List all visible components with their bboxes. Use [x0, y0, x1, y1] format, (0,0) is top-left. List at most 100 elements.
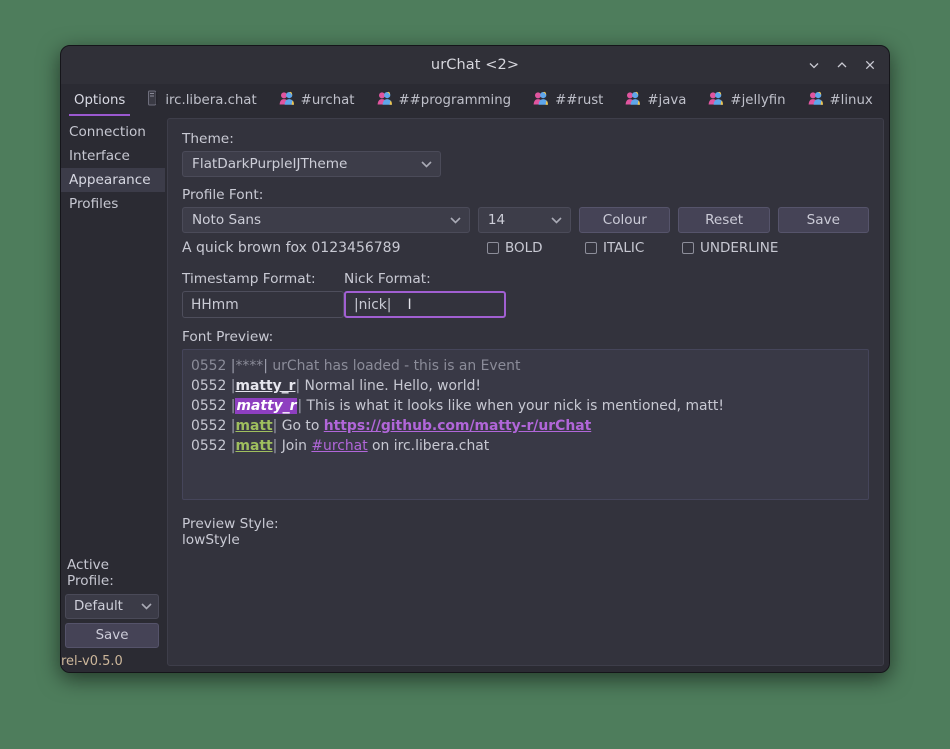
sidebar-item-connection[interactable]: Connection: [61, 120, 165, 144]
tab-label: irc.libera.chat: [165, 92, 257, 108]
minimize-button[interactable]: [801, 52, 827, 78]
urchat-window: urChat <2> Options irc.libera.chat #urch…: [60, 45, 890, 673]
bold-label: BOLD: [505, 240, 543, 256]
sidebar-item-profiles[interactable]: Profiles: [61, 192, 165, 216]
chevron-right-icon: [886, 93, 889, 107]
font-family-value: Noto Sans: [192, 212, 262, 228]
close-icon: [865, 60, 875, 70]
settings-sidebar: Connection Interface Appearance Profiles…: [61, 116, 165, 669]
tab-java[interactable]: #java: [614, 84, 697, 116]
timestamp-format-label: Timestamp Format:: [182, 271, 316, 287]
settings-category-list: Connection Interface Appearance Profiles: [61, 120, 165, 216]
tab-linux[interactable]: #linux: [797, 84, 884, 116]
tab-rust[interactable]: ##rust: [522, 84, 614, 116]
sidebar-item-label: Appearance: [69, 172, 151, 188]
theme-value: FlatDarkPurpleIJTheme: [192, 156, 348, 172]
theme-select[interactable]: FlatDarkPurpleIJTheme: [182, 151, 441, 177]
tab-label: #jellyfin: [730, 92, 786, 108]
tab-options[interactable]: Options: [63, 84, 136, 116]
preview-nick: matt: [235, 418, 273, 434]
underline-checkbox[interactable]: UNDERLINE: [682, 240, 778, 256]
text-cursor-icon: I: [407, 296, 412, 313]
nick-format-label: Nick Format:: [344, 271, 431, 287]
nick-format-input[interactable]: |nick| I: [344, 291, 506, 318]
tab-irc-libera-chat[interactable]: irc.libera.chat: [136, 84, 267, 116]
sidebar-item-appearance[interactable]: Appearance: [61, 168, 165, 192]
preview-line: 0552 |matt| Go to https://github.com/mat…: [191, 416, 860, 436]
active-profile-select[interactable]: Default: [65, 594, 159, 619]
chevron-down-icon: [809, 63, 819, 69]
preview-channel-link[interactable]: #urchat: [311, 438, 367, 454]
italic-checkbox[interactable]: ITALIC: [585, 240, 682, 256]
format-row: Timestamp Format: HHmm Nick Format: |nic…: [182, 271, 869, 318]
font-size-select[interactable]: 14: [477, 207, 572, 233]
sidebar-item-label: Connection: [69, 124, 146, 140]
tab-bar: Options irc.libera.chat #urchat ##progra…: [61, 84, 889, 116]
reset-button[interactable]: Reset: [678, 207, 770, 233]
active-profile-label: Active Profile:: [67, 557, 114, 589]
preview-message: Join: [277, 438, 312, 454]
tab-jellyfin[interactable]: #jellyfin: [697, 84, 796, 116]
preview-message: This is what it looks like when your nic…: [302, 398, 724, 414]
font-preview-box: 0552 |****| urChat has loaded - this is …: [182, 349, 869, 500]
sidebar-item-label: Interface: [69, 148, 130, 164]
save-profile-button[interactable]: Save: [65, 623, 159, 648]
appearance-panel: Theme: FlatDarkPurpleIJTheme Profile Fon…: [167, 118, 884, 666]
tab-scroll-forward-button[interactable]: [886, 93, 889, 107]
preview-line: 0552 |matty_r| Normal line. Hello, world…: [191, 376, 860, 396]
tab-label: #urchat: [300, 92, 355, 108]
preview-style-value: lowStyle: [182, 532, 240, 548]
version-label: rel-v0.5.0: [61, 654, 123, 669]
tab-label: Options: [74, 92, 126, 108]
tab-navigation: [884, 84, 889, 116]
tab-urchat[interactable]: #urchat: [268, 84, 366, 116]
server-icon: [147, 90, 159, 110]
users-icon: [708, 91, 724, 110]
reset-label: Reset: [705, 212, 744, 228]
italic-label: ITALIC: [603, 240, 645, 256]
font-size-value: 14: [487, 212, 506, 228]
window-body: Connection Interface Appearance Profiles…: [61, 116, 889, 672]
title-bar: urChat <2>: [61, 46, 889, 84]
preview-message: Normal line. Hello, world!: [300, 378, 481, 394]
sidebar-item-label: Profiles: [69, 196, 119, 212]
users-icon: [533, 91, 549, 110]
preview-line: 0552 |****| urChat has loaded - this is …: [191, 356, 860, 376]
bold-checkbox[interactable]: BOLD: [487, 240, 585, 256]
checkbox-box: [487, 242, 499, 254]
users-icon: [808, 91, 824, 110]
chevron-down-icon: [421, 156, 432, 172]
tab-label: ##rust: [555, 92, 604, 108]
font-family-select[interactable]: Noto Sans: [182, 207, 470, 233]
preview-style-label: Preview Style:: [182, 516, 279, 532]
preview-timestamp: 0552: [191, 378, 227, 394]
close-button[interactable]: [857, 52, 883, 78]
font-controls-row: Noto Sans 14 Colour Reset Save: [182, 207, 869, 233]
theme-label: Theme:: [182, 131, 234, 147]
timestamp-format-input[interactable]: HHmm: [182, 291, 344, 318]
preview-nick-highlighted: matty_r: [235, 398, 298, 414]
font-sample-text: A quick brown fox 0123456789: [182, 240, 401, 256]
preview-timestamp: 0552: [191, 438, 227, 454]
timestamp-format-group: Timestamp Format: HHmm: [182, 271, 344, 318]
tab-label: #linux: [829, 92, 873, 108]
chevron-down-icon: [450, 212, 461, 228]
maximize-button[interactable]: [829, 52, 855, 78]
save-font-label: Save: [806, 212, 841, 228]
window-controls: [801, 46, 883, 84]
nick-format-value: |nick|: [354, 296, 392, 313]
users-icon: [625, 91, 641, 110]
preview-link[interactable]: https://github.com/matty-r/urChat: [324, 418, 591, 434]
preview-nick: matt: [235, 438, 273, 454]
tab-programming[interactable]: ##programming: [366, 84, 523, 116]
colour-button[interactable]: Colour: [579, 207, 671, 233]
preview-message: urChat has loaded - this is an Event: [267, 358, 521, 374]
save-font-button[interactable]: Save: [777, 207, 869, 233]
colour-label: Colour: [602, 212, 647, 228]
chevron-up-icon: [837, 62, 847, 68]
active-profile-value: Default: [74, 599, 123, 614]
profile-controls: Active Profile: Default Save rel-v0.5.0: [61, 557, 165, 669]
preview-timestamp: 0552: [191, 398, 227, 414]
sidebar-item-interface[interactable]: Interface: [61, 144, 165, 168]
preview-nick: ****: [235, 358, 264, 374]
